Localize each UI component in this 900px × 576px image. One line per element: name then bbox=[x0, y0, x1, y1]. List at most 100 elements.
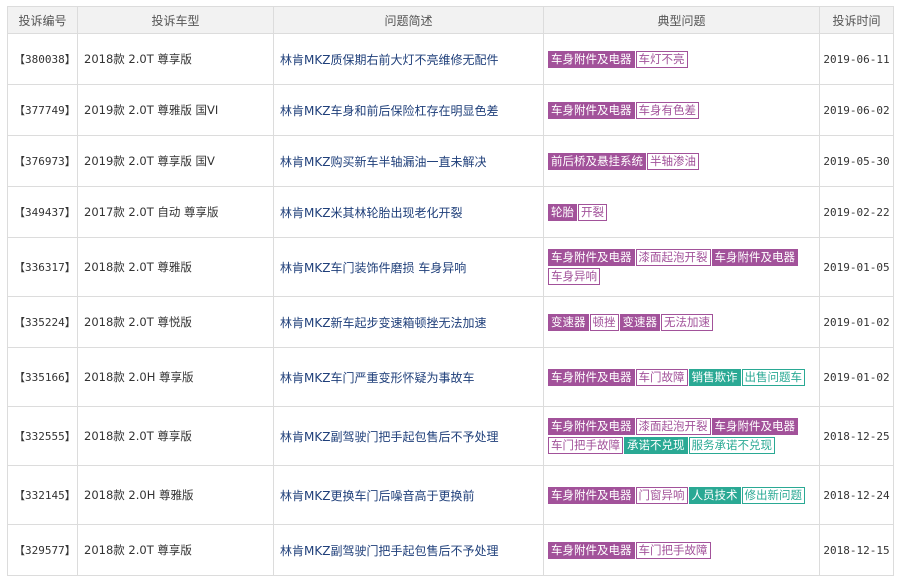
header-car-model: 投诉车型 bbox=[77, 6, 274, 34]
problem-tag[interactable]: 人员技术 bbox=[688, 486, 741, 504]
complaint-date-cell: 2019-01-02 bbox=[819, 347, 894, 407]
header-problem-summary: 问题简述 bbox=[273, 6, 544, 34]
complaint-date-cell: 2018-12-24 bbox=[819, 465, 894, 525]
table-row[interactable]: 【335166】 2018款 2.0H 尊享版 林肯MKZ车门严重变形怀疑为事故车车… bbox=[7, 347, 894, 407]
problem-tag[interactable]: 车灯不亮 bbox=[635, 50, 688, 68]
problem-tag[interactable]: 门窗异响 bbox=[635, 486, 688, 504]
problem-tag[interactable]: 服务承诺不兑现 bbox=[688, 437, 775, 454]
problem-tag[interactable]: 开裂 bbox=[578, 203, 607, 221]
table-header-row: 投诉编号 投诉车型 问题简述 典型问题 投诉时间 bbox=[7, 6, 894, 34]
typical-problem-cell: 变速器 顿挫 变速器 无法加速 bbox=[543, 296, 820, 348]
table-row[interactable]: 【336317】 2018款 2.0T 尊雅版 林肯MKZ车门装饰件磨损 车身异响车… bbox=[7, 237, 894, 297]
car-model-cell: 2018款 2.0T 尊享版 bbox=[77, 406, 274, 466]
car-model-cell: 2019款 2.0T 尊雅版 国VI bbox=[77, 84, 274, 136]
problem-summary-link[interactable]: 林肯MKZ质保期右前大灯不亮维修无配件 bbox=[273, 33, 544, 85]
complaint-date-cell: 2019-06-11 bbox=[819, 33, 894, 85]
typical-problem-cell: 车身附件及电器 车门故障 销售欺诈 出售问题车 bbox=[543, 347, 820, 407]
problem-tag[interactable]: 车身附件及电器 bbox=[548, 249, 635, 266]
complaint-date-cell: 2019-01-05 bbox=[819, 237, 894, 297]
problem-tag[interactable]: 车身附件及电器 bbox=[548, 101, 635, 119]
complaint-table: 投诉编号 投诉车型 问题简述 典型问题 投诉时间 【380038】 2018款 2… bbox=[7, 6, 894, 576]
table-row[interactable]: 【332145】 2018款 2.0H 尊雅版 林肯MKZ更换车门后噪音高于更换前车… bbox=[7, 465, 894, 525]
complaint-date-cell: 2019-06-02 bbox=[819, 84, 894, 136]
complaint-date-cell: 2019-05-30 bbox=[819, 135, 894, 187]
table-row[interactable]: 【349437】 2017款 2.0T 自动 尊享版 林肯MKZ米其林轮胎出现老化开… bbox=[7, 186, 894, 238]
table-row[interactable]: 【329577】 2018款 2.0T 尊享版 林肯MKZ副驾驶门把手起包售后不予处… bbox=[7, 524, 894, 576]
complaint-id-cell: 【335166】 bbox=[7, 347, 78, 407]
problem-tag[interactable]: 车门故障 bbox=[635, 368, 688, 386]
problem-tag[interactable]: 车身附件及电器 bbox=[711, 249, 798, 266]
problem-tag[interactable]: 漆面起泡开裂 bbox=[635, 249, 711, 266]
complaint-table-container: 投诉编号 投诉车型 问题简述 典型问题 投诉时间 【380038】 2018款 2… bbox=[7, 6, 894, 576]
typical-problem-cell: 车身附件及电器 车门把手故障 bbox=[543, 524, 820, 576]
car-model-cell: 2017款 2.0T 自动 尊享版 bbox=[77, 186, 274, 238]
complaint-id-cell: 【332145】 bbox=[7, 465, 78, 525]
complaint-id-cell: 【376973】 bbox=[7, 135, 78, 187]
typical-problem-cell: 车身附件及电器 漆面起泡开裂 车身附件及电器车身异响 bbox=[543, 237, 820, 297]
complaint-date-cell: 2019-02-22 bbox=[819, 186, 894, 238]
problem-summary-link[interactable]: 林肯MKZ车门装饰件磨损 车身异响 bbox=[273, 237, 544, 297]
problem-tag[interactable]: 变速器 bbox=[619, 313, 660, 331]
typical-problem-cell: 轮胎 开裂 bbox=[543, 186, 820, 238]
complaint-date-cell: 2018-12-15 bbox=[819, 524, 894, 576]
problem-summary-link[interactable]: 林肯MKZ米其林轮胎出现老化开裂 bbox=[273, 186, 544, 238]
problem-summary-link[interactable]: 林肯MKZ副驾驶门把手起包售后不予处理 bbox=[273, 524, 544, 576]
table-row[interactable]: 【335224】 2018款 2.0T 尊悦版 林肯MKZ新车起步变速箱顿挫无法加速… bbox=[7, 296, 894, 348]
car-model-cell: 2018款 2.0T 尊享版 bbox=[77, 524, 274, 576]
problem-tag[interactable]: 车身附件及电器 bbox=[711, 418, 798, 435]
car-model-cell: 2019款 2.0T 尊享版 国V bbox=[77, 135, 274, 187]
problem-tag[interactable]: 半轴渗油 bbox=[647, 152, 699, 170]
problem-tag[interactable]: 车身附件及电器 bbox=[548, 486, 635, 504]
problem-summary-link[interactable]: 林肯MKZ新车起步变速箱顿挫无法加速 bbox=[273, 296, 544, 348]
table-row[interactable]: 【380038】 2018款 2.0T 尊享版 林肯MKZ质保期右前大灯不亮维修无配… bbox=[7, 33, 894, 85]
header-complaint-date: 投诉时间 bbox=[819, 6, 894, 34]
problem-tag[interactable]: 车身有色差 bbox=[635, 101, 699, 119]
problem-tag[interactable]: 无法加速 bbox=[661, 313, 713, 331]
problem-tag[interactable]: 修出新问题 bbox=[741, 486, 805, 504]
complaint-date-cell: 2018-12-25 bbox=[819, 406, 894, 466]
complaint-id-cell: 【380038】 bbox=[7, 33, 78, 85]
complaint-id-cell: 【335224】 bbox=[7, 296, 78, 348]
table-body: 【380038】 2018款 2.0T 尊享版 林肯MKZ质保期右前大灯不亮维修无配… bbox=[7, 33, 894, 576]
car-model-cell: 2018款 2.0T 尊悦版 bbox=[77, 296, 274, 348]
problem-tag[interactable]: 车身附件及电器 bbox=[548, 541, 635, 559]
problem-tag[interactable]: 轮胎 bbox=[548, 203, 577, 221]
problem-tag[interactable]: 变速器 bbox=[548, 313, 589, 331]
problem-summary-link[interactable]: 林肯MKZ更换车门后噪音高于更换前 bbox=[273, 465, 544, 525]
typical-problem-cell: 车身附件及电器 车灯不亮 bbox=[543, 33, 820, 85]
header-typical-problem: 典型问题 bbox=[543, 6, 820, 34]
complaint-id-cell: 【349437】 bbox=[7, 186, 78, 238]
car-model-cell: 2018款 2.0H 尊雅版 bbox=[77, 465, 274, 525]
table-row[interactable]: 【377749】 2019款 2.0T 尊雅版 国VI 林肯MKZ车身和前后保险杠存… bbox=[7, 84, 894, 136]
problem-tag[interactable]: 车门把手故障 bbox=[635, 541, 711, 559]
complaint-id-cell: 【377749】 bbox=[7, 84, 78, 136]
problem-tag[interactable]: 出售问题车 bbox=[741, 368, 805, 386]
typical-problem-cell: 前后桥及悬挂系统 半轴渗油 bbox=[543, 135, 820, 187]
complaint-id-cell: 【329577】 bbox=[7, 524, 78, 576]
typical-problem-cell: 车身附件及电器 门窗异响 人员技术 修出新问题 bbox=[543, 465, 820, 525]
problem-summary-link[interactable]: 林肯MKZ副驾驶门把手起包售后不予处理 bbox=[273, 406, 544, 466]
problem-tag[interactable]: 车门把手故障 bbox=[548, 437, 623, 454]
typical-problem-cell: 车身附件及电器 车身有色差 bbox=[543, 84, 820, 136]
table-row[interactable]: 【332555】 2018款 2.0T 尊享版 林肯MKZ副驾驶门把手起包售后不予处… bbox=[7, 406, 894, 466]
car-model-cell: 2018款 2.0H 尊享版 bbox=[77, 347, 274, 407]
complaint-id-cell: 【336317】 bbox=[7, 237, 78, 297]
problem-tag[interactable]: 车身附件及电器 bbox=[548, 50, 635, 68]
problem-summary-link[interactable]: 林肯MKZ车身和前后保险杠存在明显色差 bbox=[273, 84, 544, 136]
problem-summary-link[interactable]: 林肯MKZ车门严重变形怀疑为事故车 bbox=[273, 347, 544, 407]
problem-tag[interactable]: 承诺不兑现 bbox=[624, 437, 688, 454]
table-row[interactable]: 【376973】 2019款 2.0T 尊享版 国V 林肯MKZ购买新车半轴漏油一直… bbox=[7, 135, 894, 187]
problem-tag[interactable]: 车身附件及电器 bbox=[548, 368, 635, 386]
problem-tag[interactable]: 漆面起泡开裂 bbox=[635, 418, 711, 435]
problem-tag[interactable]: 车身异响 bbox=[548, 268, 600, 285]
problem-tag[interactable]: 顿挫 bbox=[589, 313, 619, 331]
problem-tag[interactable]: 销售欺诈 bbox=[688, 368, 741, 386]
problem-tag[interactable]: 前后桥及悬挂系统 bbox=[548, 152, 646, 170]
typical-problem-cell: 车身附件及电器 漆面起泡开裂 车身附件及电器车门把手故障 承诺不兑现 服务承诺不兑现 bbox=[543, 406, 820, 466]
problem-summary-link[interactable]: 林肯MKZ购买新车半轴漏油一直未解决 bbox=[273, 135, 544, 187]
complaint-date-cell: 2019-01-02 bbox=[819, 296, 894, 348]
problem-tag[interactable]: 车身附件及电器 bbox=[548, 418, 635, 435]
car-model-cell: 2018款 2.0T 尊享版 bbox=[77, 33, 274, 85]
car-model-cell: 2018款 2.0T 尊雅版 bbox=[77, 237, 274, 297]
header-complaint-id: 投诉编号 bbox=[7, 6, 78, 34]
